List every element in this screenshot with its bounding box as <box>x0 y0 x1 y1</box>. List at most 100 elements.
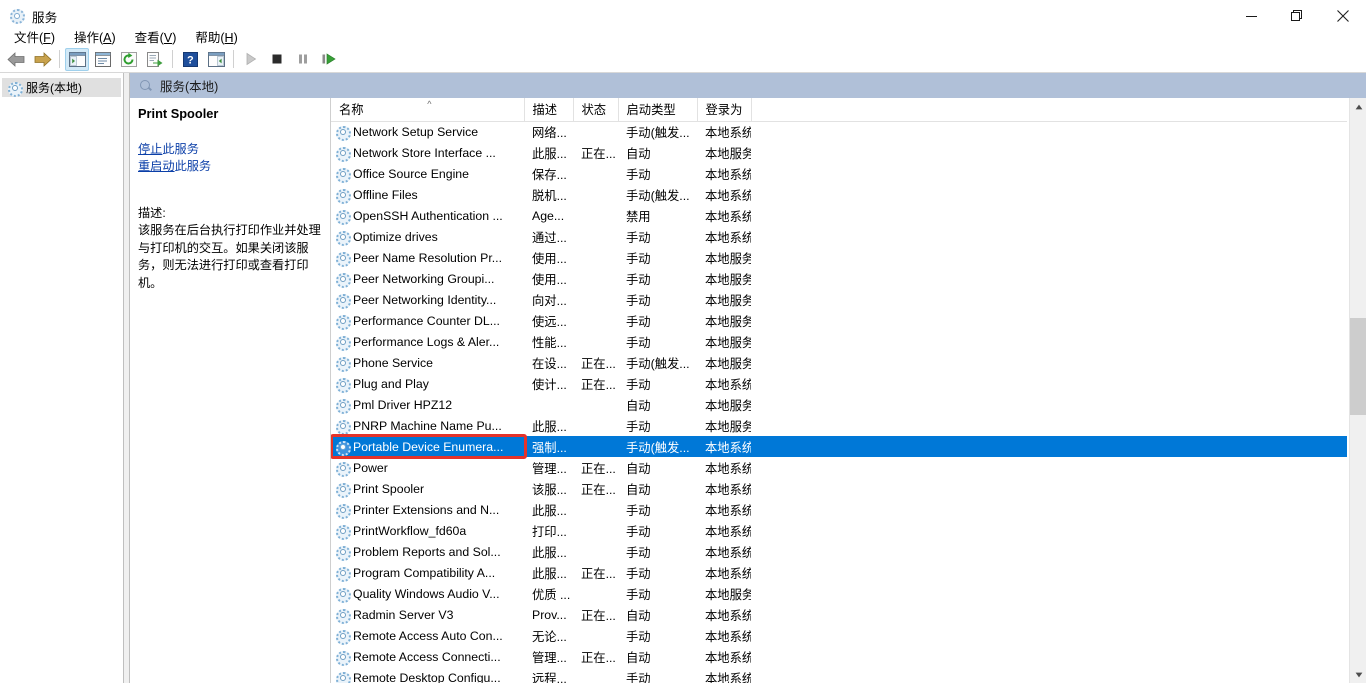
table-row[interactable]: PNRP Machine Name Pu... 此服... 手动 本地服务 <box>331 415 1347 436</box>
table-row[interactable]: Peer Networking Identity... 向对... 手动 本地服务 <box>331 289 1347 310</box>
cell-service-name[interactable]: Radmin Server V3 <box>331 604 524 625</box>
show-hide-tree-icon[interactable] <box>65 47 89 71</box>
column-header-startup-type[interactable]: 启动类型 <box>618 98 698 122</box>
services-gear-icon <box>335 230 351 246</box>
menu-file[interactable]: 文件(F) <box>5 25 65 48</box>
restart-service-icon[interactable] <box>317 48 341 71</box>
stop-service-icon[interactable] <box>265 48 289 71</box>
cell-service-name[interactable]: Peer Networking Groupi... <box>331 268 524 289</box>
cell-service-name[interactable]: Performance Counter DL... <box>331 310 524 331</box>
cell-service-name[interactable]: Problem Reports and Sol... <box>331 541 524 562</box>
cell-description: 管理... <box>532 650 567 665</box>
cell-service-name[interactable]: Print Spooler <box>331 478 524 499</box>
scrollbar-thumb[interactable] <box>1350 318 1366 415</box>
table-row[interactable]: Print Spooler 该服... 正在... 自动 本地系统 <box>331 478 1347 499</box>
back-arrow-icon[interactable] <box>4 48 28 71</box>
column-header-status[interactable]: 状态 <box>573 98 619 122</box>
services-gear-icon <box>335 356 351 372</box>
service-action-links: 停止此服务 重启动此服务 <box>138 141 322 175</box>
column-header-name[interactable]: 名称 ^ <box>331 98 525 122</box>
table-row[interactable]: Power 管理... 正在... 自动 本地系统 <box>331 457 1347 478</box>
services-gear-icon <box>335 650 351 666</box>
table-row[interactable]: Remote Access Connecti... 管理... 正在... 自动 本地系… <box>331 646 1347 667</box>
cell-service-name[interactable]: Portable Device Enumera... <box>331 436 524 457</box>
cell-service-name[interactable]: Pml Driver HPZ12 <box>331 394 524 415</box>
cell-service-name[interactable]: Remote Desktop Configu... <box>331 667 524 683</box>
cell-service-name[interactable]: Peer Networking Identity... <box>331 289 524 310</box>
cell-service-name[interactable]: Quality Windows Audio V... <box>331 583 524 604</box>
table-row[interactable]: Remote Desktop Configu... 远程... 手动 本地系统 <box>331 667 1347 683</box>
service-name-text: Problem Reports and Sol... <box>353 544 501 559</box>
cell-service-name[interactable]: Power <box>331 457 524 478</box>
table-row[interactable]: Peer Name Resolution Pr... 使用... 手动 本地服务 <box>331 247 1347 268</box>
cell-service-name[interactable]: Printer Extensions and N... <box>331 499 524 520</box>
table-row[interactable]: Performance Logs & Aler... 性能... 手动 本地服务 <box>331 331 1347 352</box>
table-row[interactable]: Pml Driver HPZ12 自动 本地服务 <box>331 394 1347 415</box>
table-row[interactable]: PrintWorkflow_fd60a 打印... 手动 本地系统 <box>331 520 1347 541</box>
properties-icon[interactable] <box>91 48 115 71</box>
service-name-text: Performance Logs & Aler... <box>353 334 500 349</box>
table-row[interactable]: Portable Device Enumera... 强制... 手动(触发... 本… <box>331 436 1347 457</box>
table-row[interactable]: Performance Counter DL... 使远... 手动 本地服务 <box>331 310 1347 331</box>
cell-filler <box>751 499 1347 520</box>
cell-service-name[interactable]: Optimize drives <box>331 226 524 247</box>
table-row[interactable]: Network Store Interface ... 此服... 正在... 自动 本… <box>331 142 1347 163</box>
menu-view[interactable]: 查看(V) <box>126 25 187 48</box>
table-row[interactable]: Office Source Engine 保存... 手动 本地系统 <box>331 163 1347 184</box>
table-row[interactable]: Optimize drives 通过... 手动 本地系统 <box>331 226 1347 247</box>
table-row[interactable]: Radmin Server V3 Prov... 正在... 自动 本地系统 <box>331 604 1347 625</box>
table-row[interactable]: Remote Access Auto Con... 无论... 手动 本地系统 <box>331 625 1347 646</box>
cell-description: 保存... <box>532 167 567 182</box>
cell-service-name[interactable]: Remote Access Connecti... <box>331 646 524 667</box>
show-action-pane-icon[interactable] <box>204 48 228 71</box>
cell-service-name[interactable]: PrintWorkflow_fd60a <box>331 520 524 541</box>
cell-status <box>573 436 618 457</box>
vertical-scrollbar[interactable] <box>1349 98 1366 683</box>
cell-service-name[interactable]: Program Compatibility A... <box>331 562 524 583</box>
scroll-down-button[interactable] <box>1350 666 1366 683</box>
cell-startup-type: 自动 <box>626 461 651 476</box>
table-row[interactable]: Plug and Play 使计... 正在... 手动 本地系统 <box>331 373 1347 394</box>
cell-service-name[interactable]: Offline Files <box>331 184 524 205</box>
table-row[interactable]: Peer Networking Groupi... 使用... 手动 本地服务 <box>331 268 1347 289</box>
cell-service-name[interactable]: Plug and Play <box>331 373 524 394</box>
services-gear-icon <box>335 419 351 435</box>
column-header-logon-as[interactable]: 登录为 <box>697 98 752 122</box>
table-row[interactable]: Quality Windows Audio V... 优质 ... 手动 本地服务 <box>331 583 1347 604</box>
table-row[interactable]: Printer Extensions and N... 此服... 手动 本地系统 <box>331 499 1347 520</box>
pause-service-icon[interactable] <box>291 48 315 71</box>
cell-startup-type: 手动 <box>626 272 651 287</box>
stop-service-link[interactable]: 停止此服务 <box>138 141 322 158</box>
column-header-description[interactable]: 描述 <box>524 98 574 122</box>
start-service-icon[interactable] <box>239 48 263 71</box>
cell-service-name[interactable]: PNRP Machine Name Pu... <box>331 415 524 436</box>
forward-arrow-icon[interactable] <box>30 48 54 71</box>
tree-node-services-local[interactable]: 服务(本地) <box>2 78 121 97</box>
cell-service-name[interactable]: Performance Logs & Aler... <box>331 331 524 352</box>
table-row[interactable]: OpenSSH Authentication ... Age... 禁用 本地系统 <box>331 205 1347 226</box>
menu-help[interactable]: 帮助(H) <box>186 25 247 48</box>
table-row[interactable]: Problem Reports and Sol... 此服... 手动 本地系统 <box>331 541 1347 562</box>
table-row[interactable]: Phone Service 在设... 正在... 手动(触发... 本地服务 <box>331 352 1347 373</box>
cell-service-name[interactable]: Phone Service <box>331 352 524 373</box>
restart-service-link[interactable]: 重启动此服务 <box>138 158 322 175</box>
table-row[interactable]: Program Compatibility A... 此服... 正在... 手动 本地… <box>331 562 1347 583</box>
cell-status <box>573 667 618 683</box>
cell-service-name[interactable]: Network Store Interface ... <box>331 142 524 163</box>
cell-description: 优质 ... <box>532 587 571 602</box>
service-name-text: Remote Desktop Configu... <box>353 670 501 683</box>
table-row[interactable]: Offline Files 脱机... 手动(触发... 本地系统 <box>331 184 1347 205</box>
table-row[interactable]: Network Setup Service 网络... 手动(触发... 本地系统 <box>331 121 1347 142</box>
cell-description: 无论... <box>532 629 567 644</box>
service-name-text: Peer Networking Identity... <box>353 292 497 307</box>
cell-service-name[interactable]: Network Setup Service <box>331 121 524 142</box>
scroll-up-button[interactable] <box>1350 98 1366 115</box>
cell-service-name[interactable]: Office Source Engine <box>331 163 524 184</box>
cell-service-name[interactable]: Peer Name Resolution Pr... <box>331 247 524 268</box>
menu-action[interactable]: 操作(A) <box>65 25 126 48</box>
cell-service-name[interactable]: Remote Access Auto Con... <box>331 625 524 646</box>
refresh-icon[interactable] <box>117 48 141 71</box>
export-list-icon[interactable] <box>143 48 167 71</box>
cell-service-name[interactable]: OpenSSH Authentication ... <box>331 205 524 226</box>
help-icon[interactable]: ? <box>178 48 202 71</box>
